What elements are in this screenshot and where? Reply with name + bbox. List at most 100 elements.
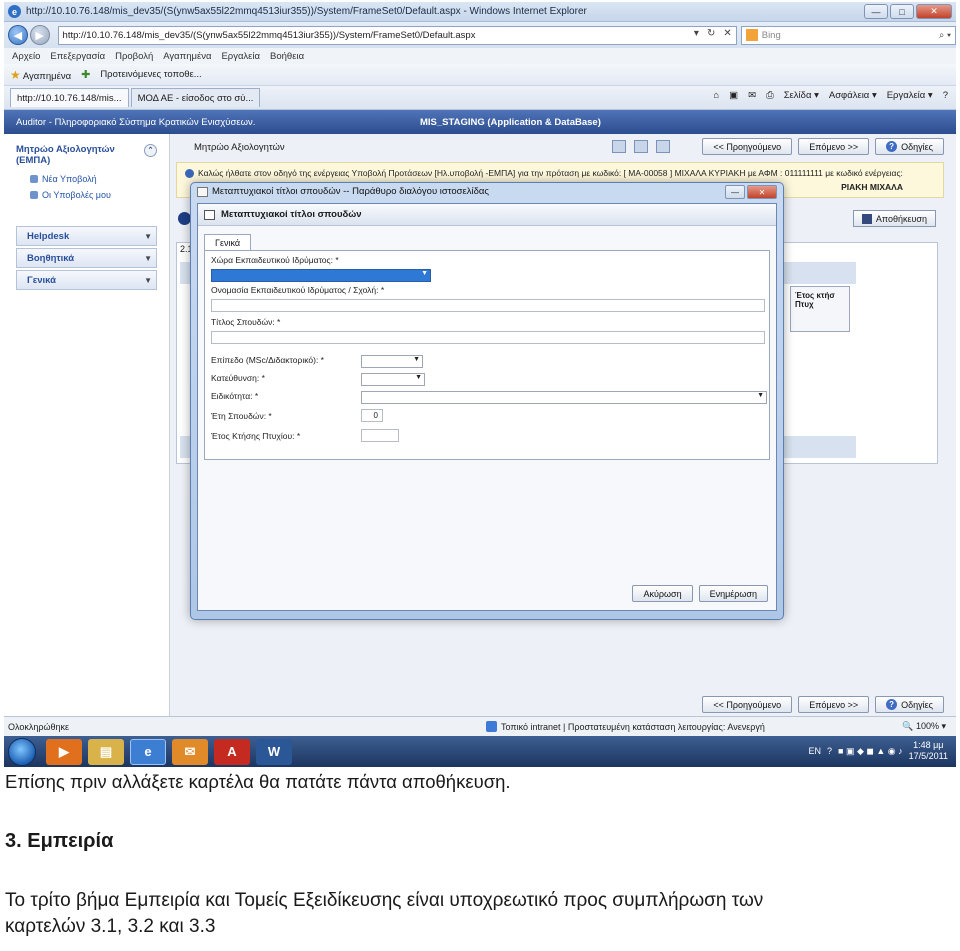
- institution-input[interactable]: [211, 299, 765, 312]
- dialog-body: Μεταπτυχιακοί τίτλοι σπουδών Γενικά Χώρα…: [197, 203, 777, 611]
- suggested-sites[interactable]: Προτεινόμενες τοποθε...: [100, 69, 201, 80]
- update-button[interactable]: Ενημέρωση: [698, 585, 768, 602]
- level-select[interactable]: ▼: [361, 355, 423, 368]
- favorites-button[interactable]: ★ Αγαπημένα: [10, 68, 71, 82]
- instructions-button[interactable]: ? Οδηγίες: [875, 138, 944, 155]
- explorer-folder-icon[interactable]: ▤: [88, 738, 124, 765]
- specialty-label: Ειδικότητα: *: [211, 391, 259, 401]
- help-icon[interactable]: ?: [943, 90, 948, 101]
- safety-menu[interactable]: Ασφάλεια ▾: [829, 90, 877, 101]
- add-favorite-icon[interactable]: ✚: [81, 68, 90, 81]
- image-icon[interactable]: [656, 140, 670, 153]
- zoom-level[interactable]: 🔍 100% ▾: [902, 721, 946, 732]
- clock-date: 17/5/2011: [908, 751, 948, 761]
- dropdown-arrow-icon[interactable]: ▾: [694, 28, 699, 39]
- refresh-icon[interactable]: ↻: [707, 28, 715, 39]
- collapse-icon[interactable]: ⌃: [144, 144, 157, 157]
- menu-bar: Αρχείο Επεξεργασία Προβολή Αγαπημένα Εργ…: [4, 48, 956, 64]
- year-obtained-input[interactable]: [361, 429, 399, 442]
- menu-view[interactable]: Προβολή: [115, 51, 153, 62]
- dialog-controls: — ✕: [725, 185, 777, 199]
- search-icon[interactable]: ⌕ ▾: [939, 30, 951, 41]
- minimize-button[interactable]: —: [864, 4, 888, 19]
- stop-icon[interactable]: ✕: [723, 28, 731, 39]
- years-label: Έτη Σπουδών: *: [211, 411, 272, 421]
- outlook-icon[interactable]: ✉: [172, 738, 208, 765]
- cancel-button[interactable]: Ακύρωση: [632, 585, 693, 602]
- country-select[interactable]: ▼: [211, 269, 431, 282]
- media-player-icon[interactable]: ▶: [46, 738, 82, 765]
- window-controls: — □ ✕: [864, 4, 952, 19]
- app-header-title: Auditor - Πληροφοριακό Σύστημα Κρατικών …: [16, 116, 256, 128]
- sidebar-section-label: Γενικά: [27, 274, 56, 286]
- sidebar-section-helpers[interactable]: Βοηθητικά ▼: [16, 248, 157, 268]
- welcome-text: Καλώς ήλθατε στον οδηγό της ενέργειας Υπ…: [198, 168, 903, 178]
- mail-icon[interactable]: ✉: [748, 90, 756, 101]
- tools-menu[interactable]: Εργαλεία ▾: [887, 90, 933, 101]
- menu-help[interactable]: Βοήθεια: [270, 51, 304, 62]
- tab-label: ΜΟΔ ΑΕ - είσοδος στο σύ...: [137, 92, 254, 104]
- internet-explorer-taskbar-icon[interactable]: e: [130, 738, 166, 765]
- paragraph-line-2: καρτελών 3.1, 3.2 και 3.3: [5, 916, 216, 937]
- menu-file[interactable]: Αρχείο: [12, 51, 40, 62]
- dialog-window-title: Μεταπτυχιακοί τίτλοι σπουδών -- Παράθυρο…: [212, 186, 489, 197]
- page-title: Μητρώο Αξιολογητών: [194, 141, 285, 153]
- chevron-down-icon: ▼: [757, 392, 764, 399]
- paragraph-line-1: Το τρίτο βήμα Εμπειρία και Τομείς Εξειδί…: [5, 890, 764, 911]
- save-button[interactable]: Αποθήκευση: [852, 210, 936, 227]
- close-button[interactable]: ✕: [916, 4, 952, 19]
- tab-general[interactable]: Γενικά: [204, 234, 252, 251]
- dialog-minimize-button[interactable]: —: [725, 185, 745, 199]
- grid-icon[interactable]: [634, 140, 648, 153]
- dialog-tabs: Γενικά: [204, 234, 252, 251]
- acrobat-icon[interactable]: A: [214, 738, 250, 765]
- specialty-select[interactable]: ▼: [361, 391, 767, 404]
- forward-button[interactable]: ▶: [29, 25, 50, 45]
- window-title-bar: e http://10.10.76.148/mis_dev35/(S(ynw5a…: [4, 2, 956, 22]
- applicant-name: ΡΙΑΚΗ ΜΙΧΑΛΑ: [841, 182, 903, 192]
- menu-tools[interactable]: Εργαλεία: [221, 51, 260, 62]
- chevron-down-icon: ▼: [415, 374, 422, 381]
- search-box[interactable]: Bing ⌕ ▾: [740, 25, 956, 45]
- postgraduate-dialog: Μεταπτυχιακοί τίτλοι σπουδών -- Παράθυρο…: [190, 182, 784, 620]
- year-obtained-label: Έτος Κτήσης Πτυχίου: *: [211, 431, 301, 441]
- browser-tab-mis[interactable]: http://10.10.76.148/mis...: [10, 88, 129, 107]
- maximize-button[interactable]: □: [890, 4, 914, 19]
- instructions-label: Οδηγίες: [901, 141, 933, 152]
- browser-tab-mod[interactable]: ΜΟΔ ΑΕ - είσοδος στο σύ...: [130, 88, 261, 107]
- back-button[interactable]: ◀: [8, 25, 28, 45]
- tray-icons[interactable]: ■ ▣ ◆ ◼ ▲ ◉ ♪: [838, 746, 903, 757]
- menu-edit[interactable]: Επεξεργασία: [50, 51, 105, 62]
- instructions-button-bottom[interactable]: ? Οδηγίες: [875, 696, 944, 713]
- page-menu[interactable]: Σελίδα ▾: [784, 90, 819, 101]
- help-tray-icon[interactable]: ?: [827, 746, 832, 756]
- dialog-close-button[interactable]: ✕: [747, 185, 777, 199]
- study-title-input[interactable]: [211, 331, 765, 344]
- previous-button-bottom[interactable]: << Προηγούμενο: [702, 696, 793, 713]
- previous-button[interactable]: << Προηγούμενο: [702, 138, 793, 155]
- print-icon[interactable]: ⎙: [766, 90, 774, 101]
- address-bar[interactable]: http://10.10.76.148/mis_dev35/(S(ynw5ax5…: [57, 25, 737, 45]
- sidebar-section-helpdesk[interactable]: Helpdesk ▼: [16, 226, 157, 246]
- word-icon[interactable]: W: [256, 738, 292, 765]
- window-title: http://10.10.76.148/mis_dev35/(S(ynw5ax5…: [26, 6, 587, 17]
- internet-explorer-icon: e: [8, 5, 21, 18]
- feeds-icon[interactable]: ▣: [729, 90, 738, 101]
- home-icon[interactable]: ⌂: [713, 90, 719, 101]
- chevron-down-icon: ▼: [144, 275, 152, 285]
- next-button-bottom[interactable]: Επόμενο >>: [798, 696, 870, 713]
- next-button[interactable]: Επόμενο >>: [798, 138, 870, 155]
- edit-icon[interactable]: [612, 140, 626, 153]
- start-button[interactable]: [8, 737, 36, 766]
- sidebar-item-my-submissions[interactable]: Οι Υποβολές μου: [30, 190, 169, 200]
- language-indicator[interactable]: EN: [808, 746, 821, 756]
- direction-select[interactable]: ▼: [361, 373, 425, 386]
- institution-label: Ονομασία Εκπαιδευτικού Ιδρύματος / Σχολή…: [211, 285, 385, 295]
- clock[interactable]: 1:48 μμ 17/5/2011: [909, 740, 948, 762]
- sidebar-item-new-submission[interactable]: Νέα Υποβολή: [30, 174, 169, 184]
- years-input[interactable]: 0: [361, 409, 383, 422]
- sidebar-section-general[interactable]: Γενικά ▼: [16, 270, 157, 290]
- menu-favorites[interactable]: Αγαπημένα: [163, 51, 211, 62]
- bottom-pager: << Προηγούμενο Επόμενο >> ? Οδηγίες: [702, 696, 944, 713]
- level-label: Επίπεδο (MSc/Διδακτορικό): *: [211, 355, 324, 365]
